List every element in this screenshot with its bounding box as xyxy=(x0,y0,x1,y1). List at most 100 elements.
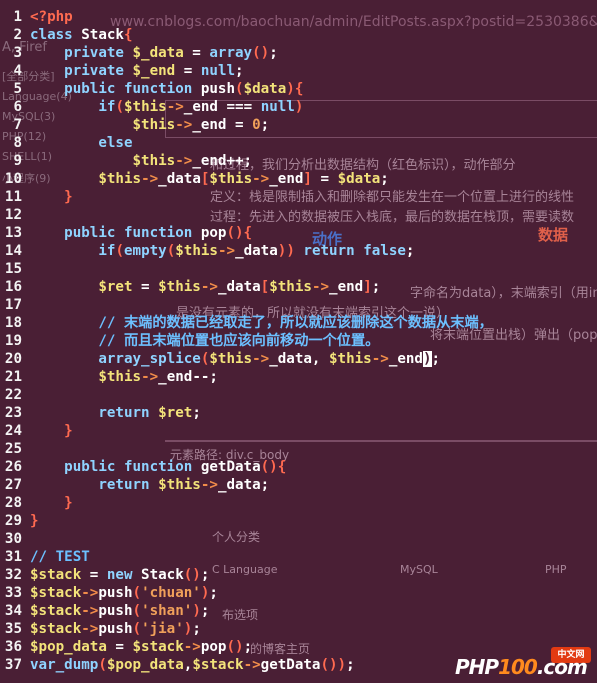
code-token: } xyxy=(64,189,73,205)
code-token: $stack xyxy=(30,621,82,637)
code-text: class Stack{ xyxy=(30,27,133,43)
code-line[interactable]: 25 xyxy=(0,440,30,458)
line-number: 20 xyxy=(4,351,22,367)
code-token: public function xyxy=(64,459,201,475)
code-line[interactable]: 10 $this->_data[$this->_end] = $data; xyxy=(0,170,389,188)
code-token: _end xyxy=(329,279,364,295)
code-line[interactable]: 14 if(empty($this->_data)) return false; xyxy=(0,242,415,260)
line-number: 37 xyxy=(4,657,22,673)
code-token: $ret xyxy=(158,405,193,421)
code-text: } xyxy=(30,189,73,205)
code-token: $this xyxy=(209,351,253,367)
code-line[interactable]: 19 // 而且末端位置也应该向前移动一个位置。 xyxy=(0,332,379,350)
code-text: return $ret; xyxy=(30,405,201,421)
code-line[interactable]: 8 else xyxy=(0,134,133,152)
code-line[interactable]: 34 $stack->push('shan'); xyxy=(0,602,210,620)
code-line[interactable]: 24 } xyxy=(0,422,73,440)
code-line[interactable]: 15 xyxy=(0,260,30,278)
code-line[interactable]: 12 xyxy=(0,206,30,224)
code-token: else xyxy=(98,135,133,151)
code-token: $pop_data xyxy=(106,657,184,673)
code-token: ; xyxy=(243,639,253,655)
code-text: $this->_end++; xyxy=(30,153,253,169)
code-token: var_dump xyxy=(30,657,99,673)
code-token: return false xyxy=(303,243,406,259)
code-line[interactable]: 13 public function pop(){ xyxy=(0,224,252,242)
line-number: 27 xyxy=(4,477,22,493)
code-line[interactable]: 33 $stack->push('chuan'); xyxy=(0,584,218,602)
code-line[interactable]: 23 return $ret; xyxy=(0,404,201,422)
code-token: -> xyxy=(141,171,159,187)
line-number: 31 xyxy=(4,549,22,565)
code-token: } xyxy=(30,513,39,529)
code-line[interactable]: 18 // 末端的数据已经取走了，所以就应该删除这个数据从末端， xyxy=(0,314,493,332)
code-token: -> xyxy=(166,99,184,115)
code-token: _end = xyxy=(192,117,253,133)
code-line[interactable]: 22 xyxy=(0,386,30,404)
code-token: if xyxy=(98,243,116,259)
code-token: new xyxy=(106,567,142,583)
code-line[interactable]: 16 $ret = $this->_data[$this->_end]; xyxy=(0,278,380,296)
code-token: null xyxy=(200,63,236,79)
code-line[interactable]: 1 <?php xyxy=(0,8,73,26)
line-number: 17 xyxy=(4,297,22,313)
code-editor[interactable]: 1 <?php 2 class Stack{3 private $_data = ar… xyxy=(0,0,597,683)
code-line[interactable]: 11 } xyxy=(0,188,73,206)
code-token: $_data xyxy=(132,45,184,61)
code-text: $stack->push('shan'); xyxy=(30,603,209,619)
code-text: public function push($data){ xyxy=(30,81,303,97)
code-line[interactable]: 35 $stack->push('jia'); xyxy=(0,620,201,638)
code-line[interactable]: 37 var_dump($pop_data,$stack->getData()); xyxy=(0,656,355,674)
code-line[interactable]: 20 array_splice($this->_data, $this->_en… xyxy=(0,350,440,368)
code-token: ( xyxy=(98,657,107,673)
code-line[interactable]: 3 private $_data = array(); xyxy=(0,44,278,62)
code-token: Stack xyxy=(141,567,184,583)
code-token: ){ xyxy=(286,81,304,97)
line-number: 29 xyxy=(4,513,22,529)
code-token: 'shan' xyxy=(141,603,193,619)
code-line[interactable]: 31 // TEST xyxy=(0,548,90,566)
code-line[interactable]: 6 if($this->_end === null) xyxy=(0,98,303,116)
code-line[interactable]: 17 xyxy=(0,296,30,314)
code-line[interactable]: 28 } xyxy=(0,494,73,512)
line-number: 22 xyxy=(4,387,22,403)
line-number: 3 xyxy=(13,45,22,61)
line-number: 18 xyxy=(4,315,22,331)
code-line[interactable]: 27 return $this->_data; xyxy=(0,476,269,494)
code-token: } xyxy=(64,423,73,439)
code-line[interactable]: 2 class Stack{ xyxy=(0,26,133,44)
code-token: ( xyxy=(115,99,124,115)
code-line[interactable]: 9 $this->_end++; xyxy=(0,152,252,170)
code-token: (){ xyxy=(226,225,253,241)
code-token: getData xyxy=(200,459,261,475)
code-line[interactable]: 4 private $_end = null; xyxy=(0,62,243,80)
code-line[interactable]: 29} xyxy=(0,512,39,530)
code-text: // 而且末端位置也应该向前移动一个位置。 xyxy=(30,333,379,349)
code-token: <?php xyxy=(30,9,73,25)
code-line[interactable]: 21 $this->_end--; xyxy=(0,368,218,386)
code-token: ( xyxy=(235,81,244,97)
code-token: -> xyxy=(81,585,99,601)
code-line[interactable]: 30 xyxy=(0,530,30,548)
code-token: $this xyxy=(329,351,372,367)
line-number: 35 xyxy=(4,621,22,637)
code-line[interactable]: 26 public function getData(){ xyxy=(0,458,286,476)
code-token: -> xyxy=(252,351,270,367)
code-line[interactable]: 32 $stack = new Stack(); xyxy=(0,566,210,584)
code-line[interactable]: 7 $this->_end = 0; xyxy=(0,116,269,134)
code-text: return $this->_data; xyxy=(30,477,269,493)
code-token: private xyxy=(64,63,133,79)
line-number: 4 xyxy=(13,63,22,79)
code-token: (){ xyxy=(260,459,287,475)
line-number: 15 xyxy=(4,261,22,277)
code-line[interactable]: 36 $pop_data = $stack->pop(); xyxy=(0,638,252,656)
code-line[interactable]: 5 public function push($data){ xyxy=(0,80,303,98)
code-token: class xyxy=(30,27,82,43)
code-token: ; xyxy=(269,45,278,61)
code-token: ; xyxy=(431,351,441,367)
